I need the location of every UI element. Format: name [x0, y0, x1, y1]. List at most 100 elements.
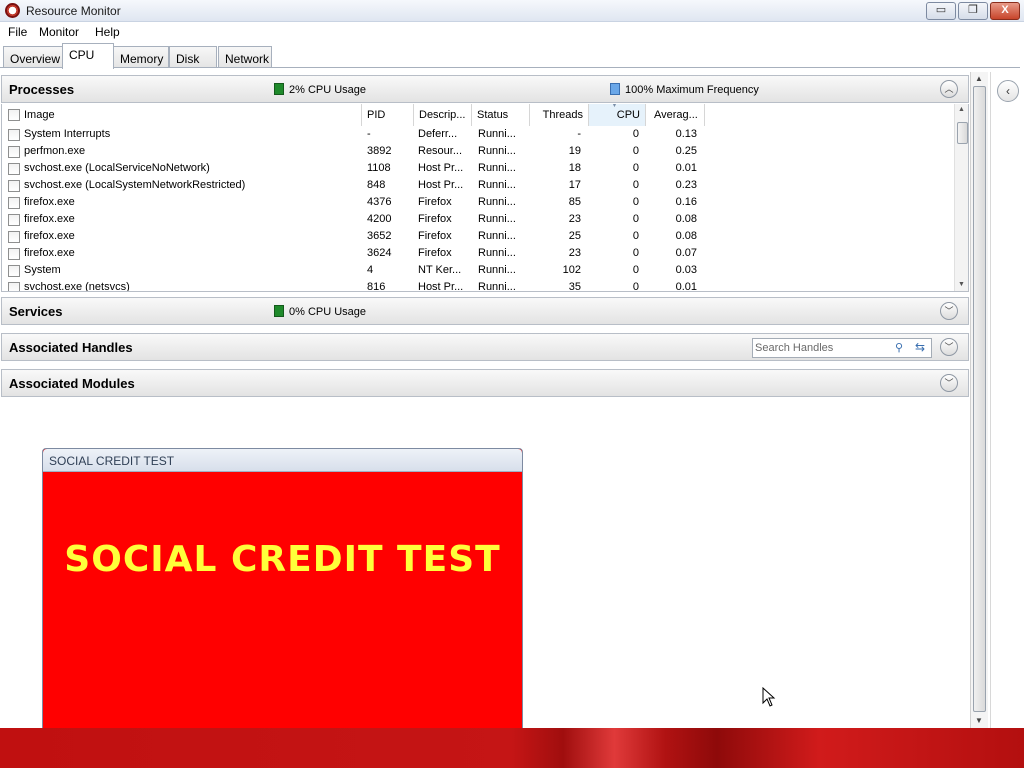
column-pid[interactable]: PID — [362, 104, 414, 126]
table-cell: Deferr... — [418, 128, 458, 140]
table-row[interactable]: svchost.exe (LocalSystemNetworkRestricte… — [2, 177, 954, 194]
table-row[interactable]: svchost.exe (LocalServiceNoNetwork) 1108 H… — [2, 160, 954, 177]
table-cell: 0 — [632, 230, 639, 242]
processes-scroll-thumb[interactable] — [957, 122, 968, 144]
row-checkbox[interactable] — [8, 248, 20, 260]
processes-header[interactable]: Processes 2% CPU Usage 100% Maximum Freq… — [1, 75, 969, 103]
social-credit-window[interactable]: SOCIAL CREDIT TEST SOCIAL CREDIT TEST — [42, 448, 523, 768]
column-image[interactable]: Image — [2, 104, 362, 126]
tab-memory[interactable]: Memory — [113, 46, 169, 68]
services-cpu-text: 0% CPU Usage — [289, 306, 367, 318]
services-header[interactable]: Services 0% CPU Usage ﹀ — [1, 297, 969, 325]
table-row[interactable]: firefox.exe 3652 Firefox Runni... 25 0 0.08 — [2, 228, 954, 245]
row-checkbox[interactable] — [8, 146, 20, 158]
tab-disk[interactable]: Disk — [169, 46, 217, 68]
column-status[interactable]: Status — [472, 104, 530, 126]
row-checkbox[interactable] — [8, 265, 20, 277]
processes-table-scrollbar[interactable]: ▲ ▼ — [954, 104, 968, 291]
select-all-checkbox[interactable] — [8, 109, 20, 121]
title-bar: Resource Monitor ▭ ❐ X — [0, 0, 1024, 22]
menu-monitor[interactable]: Monitor — [39, 25, 79, 39]
column-cpu[interactable]: ▼ CPU — [589, 104, 646, 126]
minimize-button[interactable]: ▭ — [926, 2, 956, 20]
frequency-swatch — [610, 83, 620, 95]
table-cell: 0 — [632, 196, 639, 208]
table-cell: 0.07 — [675, 247, 697, 259]
processes-cpu-usage: 2% CPU Usage — [274, 83, 366, 96]
red-taskbar — [0, 728, 1024, 768]
main-scroll-thumb[interactable] — [973, 86, 986, 712]
search-handles-input[interactable] — [755, 341, 895, 355]
screen: Resource Monitor ▭ ❐ X File Monitor Help… — [0, 0, 1024, 768]
chevron-up-icon[interactable]: ︿ — [940, 80, 958, 98]
processes-table-body: System Interrupts - Deferr... Runni... - 0 0.1… — [2, 126, 954, 292]
row-checkbox[interactable] — [8, 282, 20, 291]
table-row[interactable]: firefox.exe 4200 Firefox Runni... 23 0 0.08 — [2, 211, 954, 228]
search-handles-box[interactable]: ⚲ ⇆ — [752, 338, 932, 358]
table-cell: 25 — [568, 230, 581, 242]
menu-help[interactable]: Help — [95, 25, 120, 39]
chevron-down-icon[interactable]: ﹀ — [940, 302, 958, 320]
column-pid-label: PID — [367, 109, 386, 121]
table-cell: svchost.exe (netsvcs) — [24, 281, 130, 292]
table-cell: Resour... — [418, 145, 463, 157]
row-checkbox[interactable] — [8, 129, 20, 141]
table-cell: Runni... — [478, 145, 516, 157]
table-cell: firefox.exe — [24, 213, 75, 225]
social-credit-titlebar[interactable]: SOCIAL CREDIT TEST — [43, 449, 522, 472]
app-icon — [5, 3, 20, 18]
tab-overview[interactable]: Overview — [3, 46, 63, 68]
scroll-up-icon[interactable]: ▲ — [975, 74, 983, 83]
chevron-left-icon[interactable]: ‹ — [997, 80, 1019, 102]
row-checkbox[interactable] — [8, 231, 20, 243]
table-row[interactable]: svchost.exe (netsvcs) 816 Host Pr... Runni.… — [2, 279, 954, 292]
modules-title: Associated Modules — [9, 376, 135, 391]
services-title: Services — [9, 304, 63, 319]
row-checkbox[interactable] — [8, 180, 20, 192]
main-scrollbar[interactable]: ▲ ▼ — [970, 72, 988, 728]
column-image-label: Image — [24, 109, 55, 121]
processes-title: Processes — [9, 82, 75, 97]
handles-header[interactable]: Associated Handles ⚲ ⇆ ﹀ — [1, 333, 969, 361]
sort-descending-icon: ▼ — [611, 104, 618, 109]
table-row[interactable]: System Interrupts - Deferr... Runni... - 0 0.1… — [2, 126, 954, 143]
table-cell: 102 — [562, 264, 581, 276]
row-checkbox[interactable] — [8, 163, 20, 175]
table-cell: 0 — [632, 128, 639, 140]
tab-network[interactable]: Network — [218, 46, 272, 68]
tab-cpu[interactable]: CPU — [62, 43, 114, 69]
chevron-down-icon[interactable]: ﹀ — [940, 338, 958, 356]
table-cell: Runni... — [478, 196, 516, 208]
table-row[interactable]: firefox.exe 4376 Firefox Runni... 85 0 0.16 — [2, 194, 954, 211]
menu-file[interactable]: File — [8, 25, 27, 39]
table-cell: System Interrupts — [24, 128, 111, 140]
table-cell: perfmon.exe — [24, 145, 86, 157]
table-cell: firefox.exe — [24, 230, 75, 242]
refresh-icon[interactable]: ⇆ — [915, 340, 931, 356]
table-cell: 0.25 — [675, 145, 697, 157]
table-cell: 0.03 — [675, 264, 697, 276]
table-cell: Runni... — [478, 230, 516, 242]
row-checkbox[interactable] — [8, 214, 20, 226]
row-checkbox[interactable] — [8, 197, 20, 209]
table-cell: firefox.exe — [24, 196, 75, 208]
column-threads[interactable]: Threads — [530, 104, 589, 126]
scroll-up-icon[interactable]: ▲ — [958, 106, 965, 113]
chevron-down-icon[interactable]: ﹀ — [940, 374, 958, 392]
restore-button[interactable]: ❐ — [958, 2, 988, 20]
close-button[interactable]: X — [990, 2, 1020, 20]
modules-header[interactable]: Associated Modules ﹀ — [1, 369, 969, 397]
table-cell: 0.23 — [675, 179, 697, 191]
table-cell: Runni... — [478, 264, 516, 276]
search-icon[interactable]: ⚲ — [895, 341, 909, 355]
social-credit-body: SOCIAL CREDIT TEST — [44, 473, 521, 768]
table-cell: 0.08 — [675, 213, 697, 225]
table-row[interactable]: perfmon.exe 3892 Resour... Runni... 19 0 0.25 — [2, 143, 954, 160]
social-credit-window-title: SOCIAL CREDIT TEST — [49, 454, 175, 468]
column-description[interactable]: Descrip... — [414, 104, 472, 126]
column-average-cpu[interactable]: Averag... — [646, 104, 705, 126]
scroll-down-icon[interactable]: ▼ — [958, 281, 965, 288]
table-row[interactable]: System 4 NT Ker... Runni... 102 0 0.03 — [2, 262, 954, 279]
table-row[interactable]: firefox.exe 3624 Firefox Runni... 23 0 0.07 — [2, 245, 954, 262]
scroll-down-icon[interactable]: ▼ — [975, 716, 983, 725]
